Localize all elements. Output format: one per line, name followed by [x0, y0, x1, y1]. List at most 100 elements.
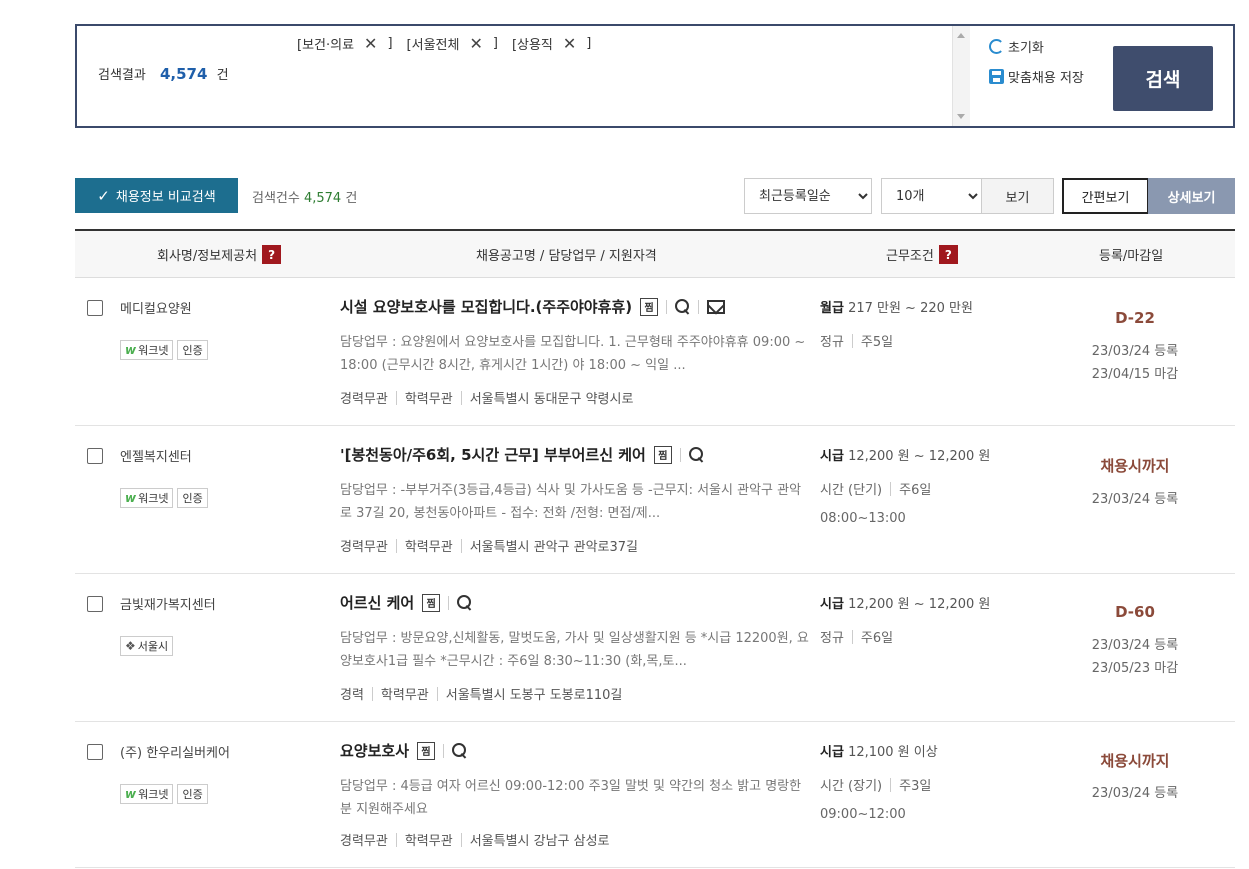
- certified-badge: 인증: [177, 340, 208, 360]
- worknet-badge: w 워크넷: [120, 784, 174, 804]
- detail-view-button[interactable]: 상세보기: [1148, 178, 1235, 214]
- pay-amount: 12,100 원 이상: [848, 745, 938, 760]
- close-icon[interactable]: ✕: [469, 35, 482, 52]
- count-label: 검색건수: [252, 191, 300, 206]
- education-requirement: 학력무관: [404, 540, 453, 555]
- work-days: 주3일: [899, 779, 932, 794]
- job-title[interactable]: 어르신 케어: [340, 592, 414, 613]
- worknet-logo-icon: w: [125, 343, 137, 357]
- job-description[interactable]: 담당업무 : 4등급 여자 어르신 09:00-12:00 주3일 말벗 및 약…: [340, 775, 810, 821]
- filter-tag-bracket: ]: [492, 36, 498, 51]
- column-condition: 근무조건 ?: [886, 231, 958, 278]
- company-name[interactable]: 메디컬요양원: [120, 298, 192, 317]
- career-requirement: 경력무관: [340, 834, 388, 849]
- scroll-down-icon[interactable]: [957, 114, 965, 119]
- education-requirement: 학력무관: [404, 392, 453, 407]
- magnifier-icon[interactable]: [457, 595, 472, 610]
- filter-tag-label: [서울전체: [406, 38, 460, 53]
- job-description[interactable]: 담당업무 : 방문요양,신체활동, 말벗도움, 가사 및 일상생활지원 등 *시…: [340, 627, 810, 673]
- divider: [448, 595, 450, 610]
- column-label: 채용공고명 / 담당업무 / 지원자격: [476, 249, 657, 264]
- work-location: 서울특별시 동대문구 약령시로: [469, 392, 634, 407]
- career-requirement: 경력무관: [340, 392, 388, 407]
- date-info: 23/03/24 등록: [1060, 488, 1210, 511]
- company-name[interactable]: 금빛재가복지센터: [120, 594, 216, 613]
- career-requirement: 경력무관: [340, 540, 388, 555]
- check-icon: ✓: [97, 186, 110, 205]
- job-description[interactable]: 담당업무 : -부부거주(3등급,4등급) 식사 및 가사도움 등 -근무지: …: [340, 479, 810, 525]
- help-icon[interactable]: ?: [938, 245, 958, 264]
- divider: [851, 333, 853, 348]
- bookmark-icon[interactable]: 찜: [640, 297, 659, 316]
- compare-search-button[interactable]: ✓ 채용정보 비교검색: [75, 178, 238, 213]
- table-row: (주) 한우리실버케어 w 워크넷 인증 요양보호사 찜 담당업무 : 4등급 …: [75, 722, 1235, 868]
- filter-tag-employment: [상용직 ✕ ]: [512, 34, 591, 53]
- company-name[interactable]: 엔젤복지센터: [120, 446, 192, 465]
- reset-button[interactable]: 초기화: [989, 36, 1084, 56]
- job-title[interactable]: 요양보호사: [340, 740, 409, 761]
- compare-label: 채용정보 비교검색: [115, 190, 216, 205]
- refresh-icon: [989, 38, 1004, 54]
- row-checkbox[interactable]: [87, 300, 103, 316]
- pay-amount: 12,200 원 ~ 12,200 원: [848, 449, 991, 464]
- job-title[interactable]: '[봉천동아/주6회, 5시간 근무] 부부어르신 케어: [340, 444, 646, 465]
- save-search-label: 맞춤채용 저장: [1008, 70, 1084, 86]
- job-requirements: 경력무관 학력무관 서울특별시 동대문구 약령시로: [340, 388, 633, 407]
- bookmark-icon[interactable]: 찜: [653, 445, 672, 464]
- simple-view-button[interactable]: 간편보기: [1062, 178, 1149, 214]
- column-label: 회사명/정보제공처: [157, 249, 258, 264]
- divider: [460, 390, 462, 405]
- search-button[interactable]: 검색: [1113, 46, 1213, 111]
- badge-label: 워크넷: [138, 788, 169, 801]
- divider: [395, 538, 397, 553]
- divider: [443, 743, 445, 758]
- deadline-status: D-22: [1115, 309, 1155, 327]
- page-size-select[interactable]: 10개: [881, 178, 982, 214]
- job-description[interactable]: 담당업무 : 요양원에서 요양보호사를 모집합니다. 1. 근무형태 주주야야휴…: [340, 331, 810, 377]
- count-unit: 건: [345, 191, 358, 206]
- scroll-up-icon[interactable]: [957, 33, 965, 38]
- company-name[interactable]: (주) 한우리실버케어: [120, 742, 230, 761]
- pay-type: 월급: [820, 301, 844, 316]
- job-title[interactable]: 시설 요양보호사를 모집합니다.(주주야야휴휴): [340, 296, 632, 317]
- registered-date: 23/03/24 등록: [1091, 492, 1179, 507]
- work-days: 주6일: [860, 631, 894, 646]
- view-button[interactable]: 보기: [981, 178, 1054, 214]
- row-checkbox[interactable]: [87, 448, 103, 464]
- search-count: 검색건수 4,574 건: [252, 187, 357, 206]
- magnifier-icon[interactable]: [452, 743, 467, 758]
- bookmark-icon[interactable]: 찜: [422, 593, 441, 612]
- row-checkbox[interactable]: [87, 596, 103, 612]
- badge-label: 워크넷: [138, 492, 169, 505]
- divider: [460, 832, 462, 847]
- work-days: 주5일: [860, 335, 894, 350]
- filter-scrollbar[interactable]: [952, 26, 970, 126]
- job-requirements: 경력무관 학력무관 서울특별시 관악구 관악로37길: [340, 536, 638, 555]
- row-checkbox[interactable]: [87, 744, 103, 760]
- close-icon[interactable]: ✕: [364, 35, 377, 52]
- close-icon[interactable]: ✕: [563, 35, 576, 52]
- employment-info: 시간 (장기) 주3일: [820, 775, 931, 794]
- pay-info: 월급 217 만원 ~ 220 만원: [820, 297, 973, 316]
- magnifier-icon[interactable]: [675, 299, 690, 314]
- badge-label: 워크넷: [138, 344, 169, 357]
- divider: [395, 390, 397, 405]
- bookmark-icon[interactable]: 찜: [417, 741, 436, 760]
- mail-icon[interactable]: [707, 299, 726, 314]
- divider: [460, 538, 462, 553]
- job-title-line: 어르신 케어 찜: [340, 592, 472, 613]
- filter-tag-bracket: ]: [387, 36, 393, 51]
- sort-select[interactable]: 최근등록일순: [744, 178, 872, 214]
- save-search-button[interactable]: 맞춤채용 저장: [989, 66, 1084, 86]
- pay-amount: 217 만원 ~ 220 만원: [848, 301, 973, 316]
- help-icon[interactable]: ?: [262, 245, 282, 264]
- filter-tag-label: [상용직: [511, 38, 553, 53]
- worknet-badge: w 워크넷: [120, 488, 174, 508]
- worknet-logo-icon: w: [125, 787, 137, 801]
- pay-type: 시급: [820, 597, 844, 612]
- job-title-line: '[봉천동아/주6회, 5시간 근무] 부부어르신 케어 찜: [340, 444, 704, 465]
- deadline-status: D-60: [1115, 603, 1155, 621]
- divider: [890, 481, 892, 496]
- magnifier-icon[interactable]: [688, 447, 704, 462]
- pay-type: 시급: [820, 745, 844, 760]
